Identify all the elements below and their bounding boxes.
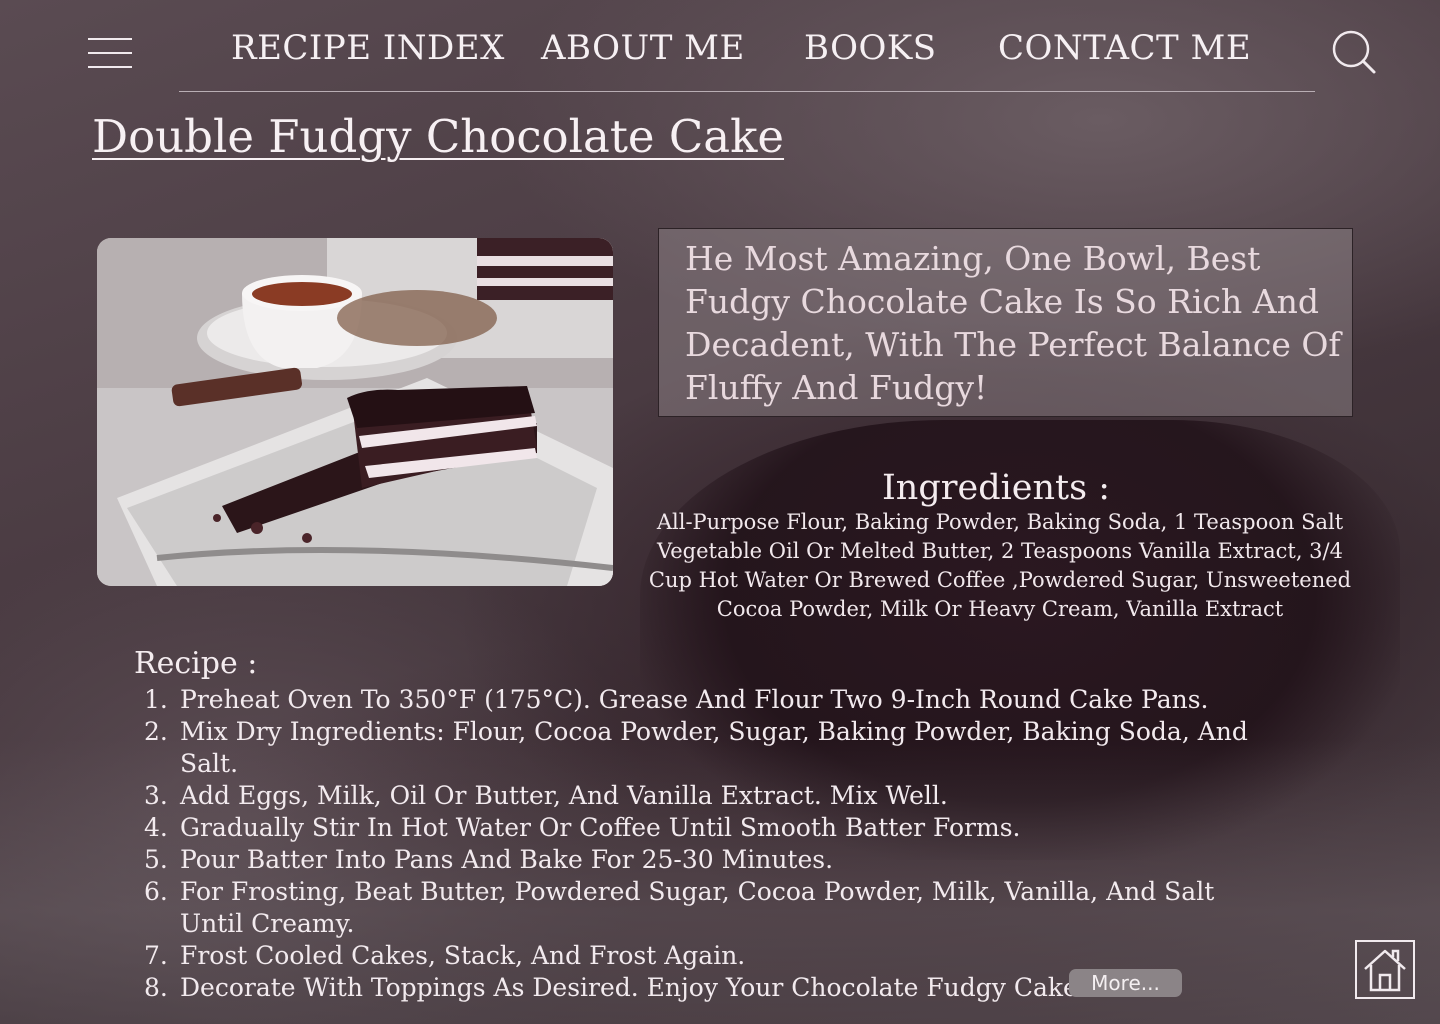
more-button[interactable]: More... <box>1069 969 1182 997</box>
recipe-step: 5. Pour Batter Into Pans And Bake For 25-… <box>144 845 834 874</box>
recipe-step: 1. Preheat Oven To 350°F (175°C). Grease … <box>144 685 1209 714</box>
cake-photo <box>97 238 613 586</box>
ingredients-text: All-Purpose Flour, Baking Powder, Baking… <box>648 510 1352 621</box>
recipe-step: 6. For Frosting, Beat Butter, Powdered Su… <box>144 877 1215 938</box>
nav-link-contact-me[interactable]: CONTACT ME <box>998 28 1251 68</box>
recipe-step: 2. Mix Dry Ingredients: Flour, Cocoa Powd… <box>144 717 1248 778</box>
intro-text: He Most Amazing, One Bowl, Best Fudgy Ch… <box>685 239 1341 407</box>
intro-box: He Most Amazing, One Bowl, Best Fudgy Ch… <box>658 228 1353 417</box>
nav-divider <box>179 91 1315 92</box>
recipe-step: 3. Add Eggs, Milk, Oil Or Butter, And Van… <box>144 781 948 810</box>
nav-link-recipe-index[interactable]: RECIPE INDEX <box>231 28 505 68</box>
page-title: Double Fudgy Chocolate Cake <box>92 110 785 163</box>
ingredients-heading: Ingredients : <box>881 468 1110 508</box>
search-icon[interactable] <box>1330 28 1378 76</box>
recipe-step: 4. Gradually Stir In Hot Water Or Coffee … <box>144 813 1021 842</box>
home-button[interactable] <box>1355 940 1415 999</box>
recipe-heading: Recipe : <box>134 646 258 681</box>
nav-link-books[interactable]: BOOKS <box>804 28 937 68</box>
nav-link-about-me[interactable]: ABOUT ME <box>541 28 745 68</box>
recipe-steps: 1. Preheat Oven To 350°F (175°C). Grease … <box>140 684 1280 1004</box>
main-nav: RECIPE INDEX ABOUT ME BOOKS CONTACT ME <box>0 28 1440 76</box>
recipe-step: 7. Frost Cooled Cakes, Stack, And Frost A… <box>144 941 746 970</box>
home-icon <box>1364 949 1406 991</box>
